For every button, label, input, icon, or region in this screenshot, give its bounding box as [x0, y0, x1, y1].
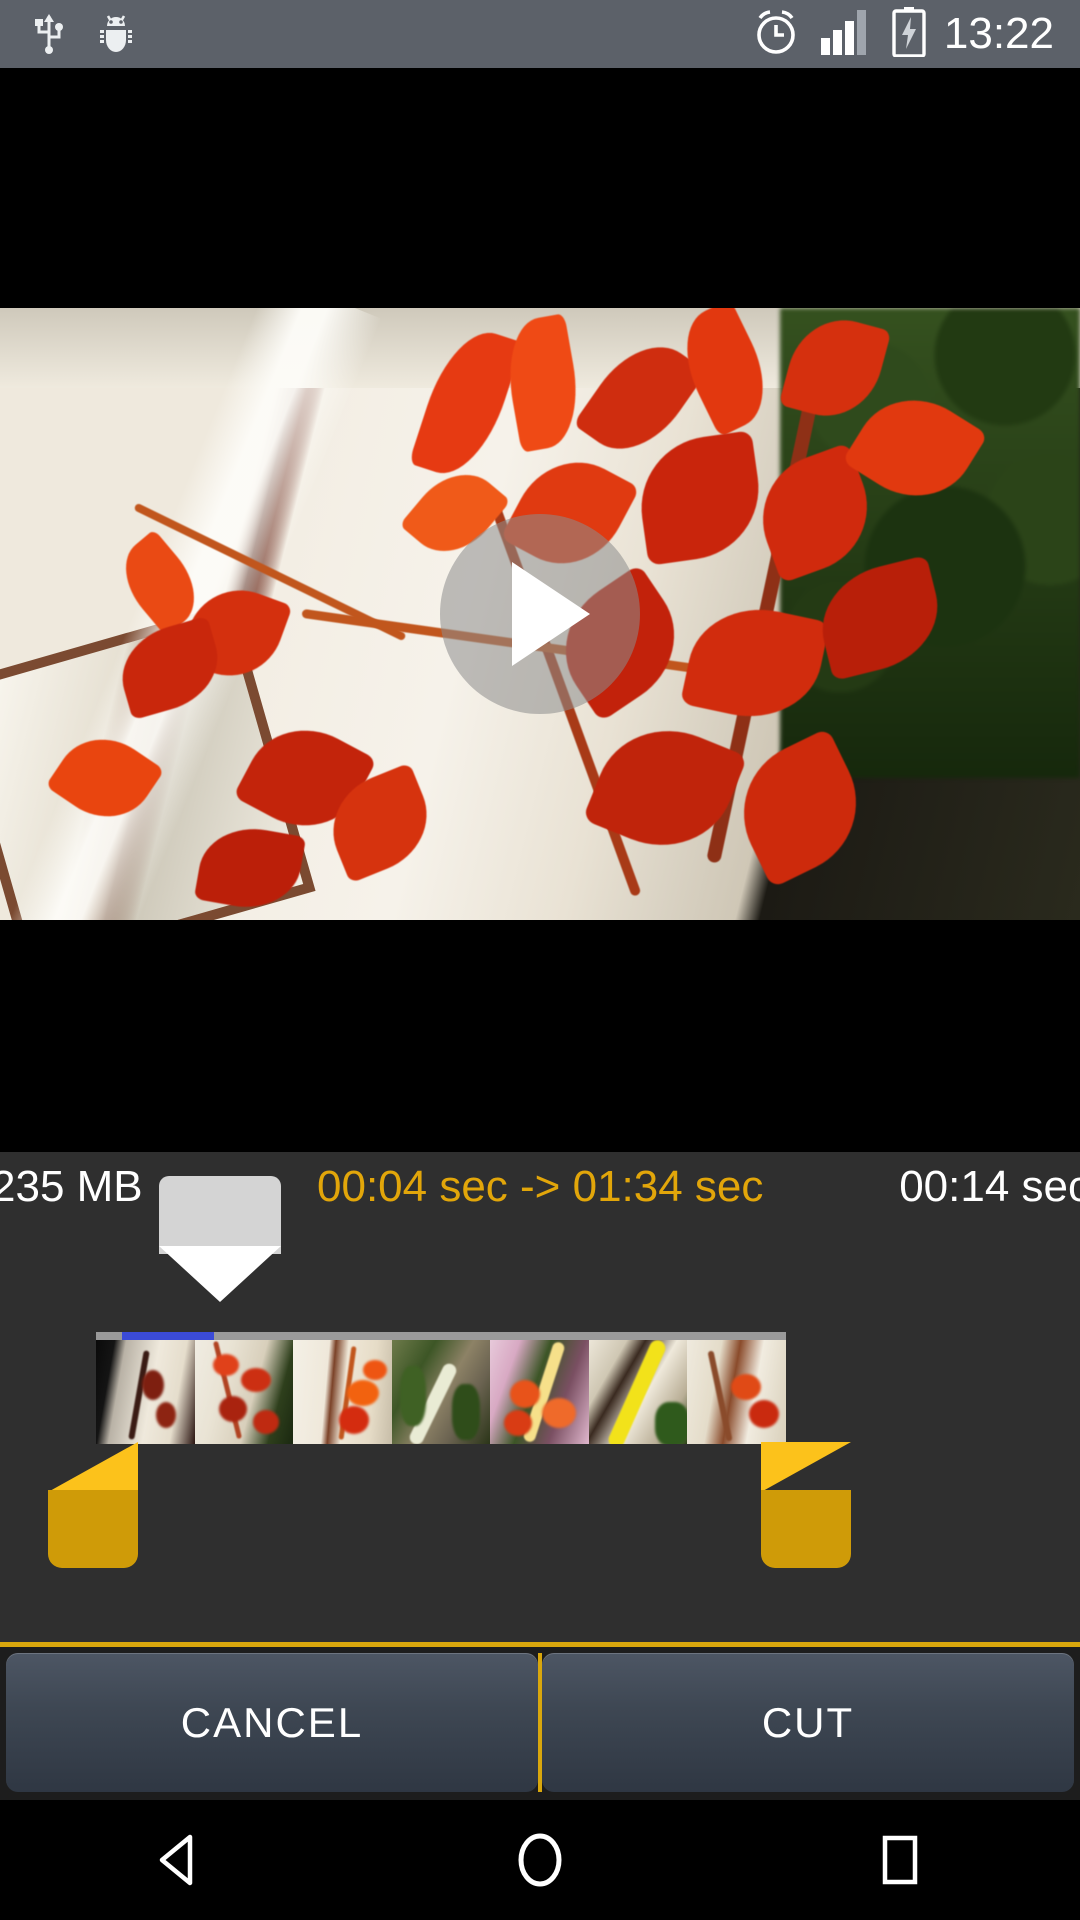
playhead-pointer-icon [159, 1246, 281, 1302]
android-nav-bar [0, 1800, 1080, 1920]
android-debug-bug-icon [98, 10, 134, 59]
cut-button[interactable]: CUT [542, 1653, 1074, 1792]
battery-charging-icon [892, 6, 926, 62]
progress-fill [122, 1332, 214, 1340]
status-bar: 13:22 [0, 0, 1080, 68]
cancel-button[interactable]: CANCEL [6, 1653, 538, 1792]
nav-recents-button[interactable] [810, 1800, 990, 1920]
home-circle-icon [518, 1833, 562, 1887]
trim-handle-end-arrow-icon [761, 1442, 851, 1492]
video-preview[interactable] [0, 308, 1080, 920]
timeline-filmstrip[interactable] [96, 1332, 786, 1444]
signal-bars-icon [820, 8, 874, 61]
current-time-label: 00:14 sec [899, 1162, 1080, 1211]
thumbnail-strip[interactable] [96, 1340, 786, 1444]
play-button[interactable] [440, 514, 640, 714]
trim-handle-start[interactable] [48, 1442, 138, 1568]
thumbnail-frame[interactable] [588, 1340, 687, 1444]
nav-home-button[interactable] [450, 1800, 630, 1920]
app-screen: 13:22 235 MB 00:04 sec -> 01:34 sec 00:1… [0, 0, 1080, 1920]
recents-square-icon [882, 1835, 918, 1885]
file-size-label: 235 MB [0, 1162, 143, 1211]
trim-handle-end[interactable] [761, 1442, 851, 1568]
nav-back-button[interactable] [90, 1800, 270, 1920]
action-button-bar: CANCEL CUT [0, 1642, 1080, 1800]
usb-icon [34, 10, 64, 59]
play-icon [512, 562, 590, 666]
thumbnail-frame[interactable] [194, 1340, 293, 1444]
status-bar-left-icons [0, 10, 134, 59]
thumbnail-frame[interactable] [293, 1340, 392, 1444]
video-stage[interactable] [0, 68, 1080, 1152]
trim-handle-start-grip [48, 1490, 138, 1568]
thumbnail-frame[interactable] [687, 1340, 786, 1444]
alarm-clock-icon [750, 6, 802, 63]
trim-handle-end-grip [761, 1490, 851, 1568]
playhead-marker[interactable] [159, 1176, 281, 1302]
back-triangle-icon [159, 1834, 193, 1886]
status-bar-clock: 13:22 [943, 9, 1054, 58]
thumbnail-frame[interactable] [96, 1340, 195, 1444]
thumbnail-frame[interactable] [391, 1340, 490, 1444]
thumbnail-frame[interactable] [490, 1340, 589, 1444]
trim-handle-start-arrow-icon [48, 1442, 138, 1492]
status-bar-right-icons: 13:22 [750, 6, 1080, 63]
trim-range-label: 00:04 sec -> 01:34 sec [317, 1162, 764, 1211]
playhead-body [159, 1176, 281, 1254]
